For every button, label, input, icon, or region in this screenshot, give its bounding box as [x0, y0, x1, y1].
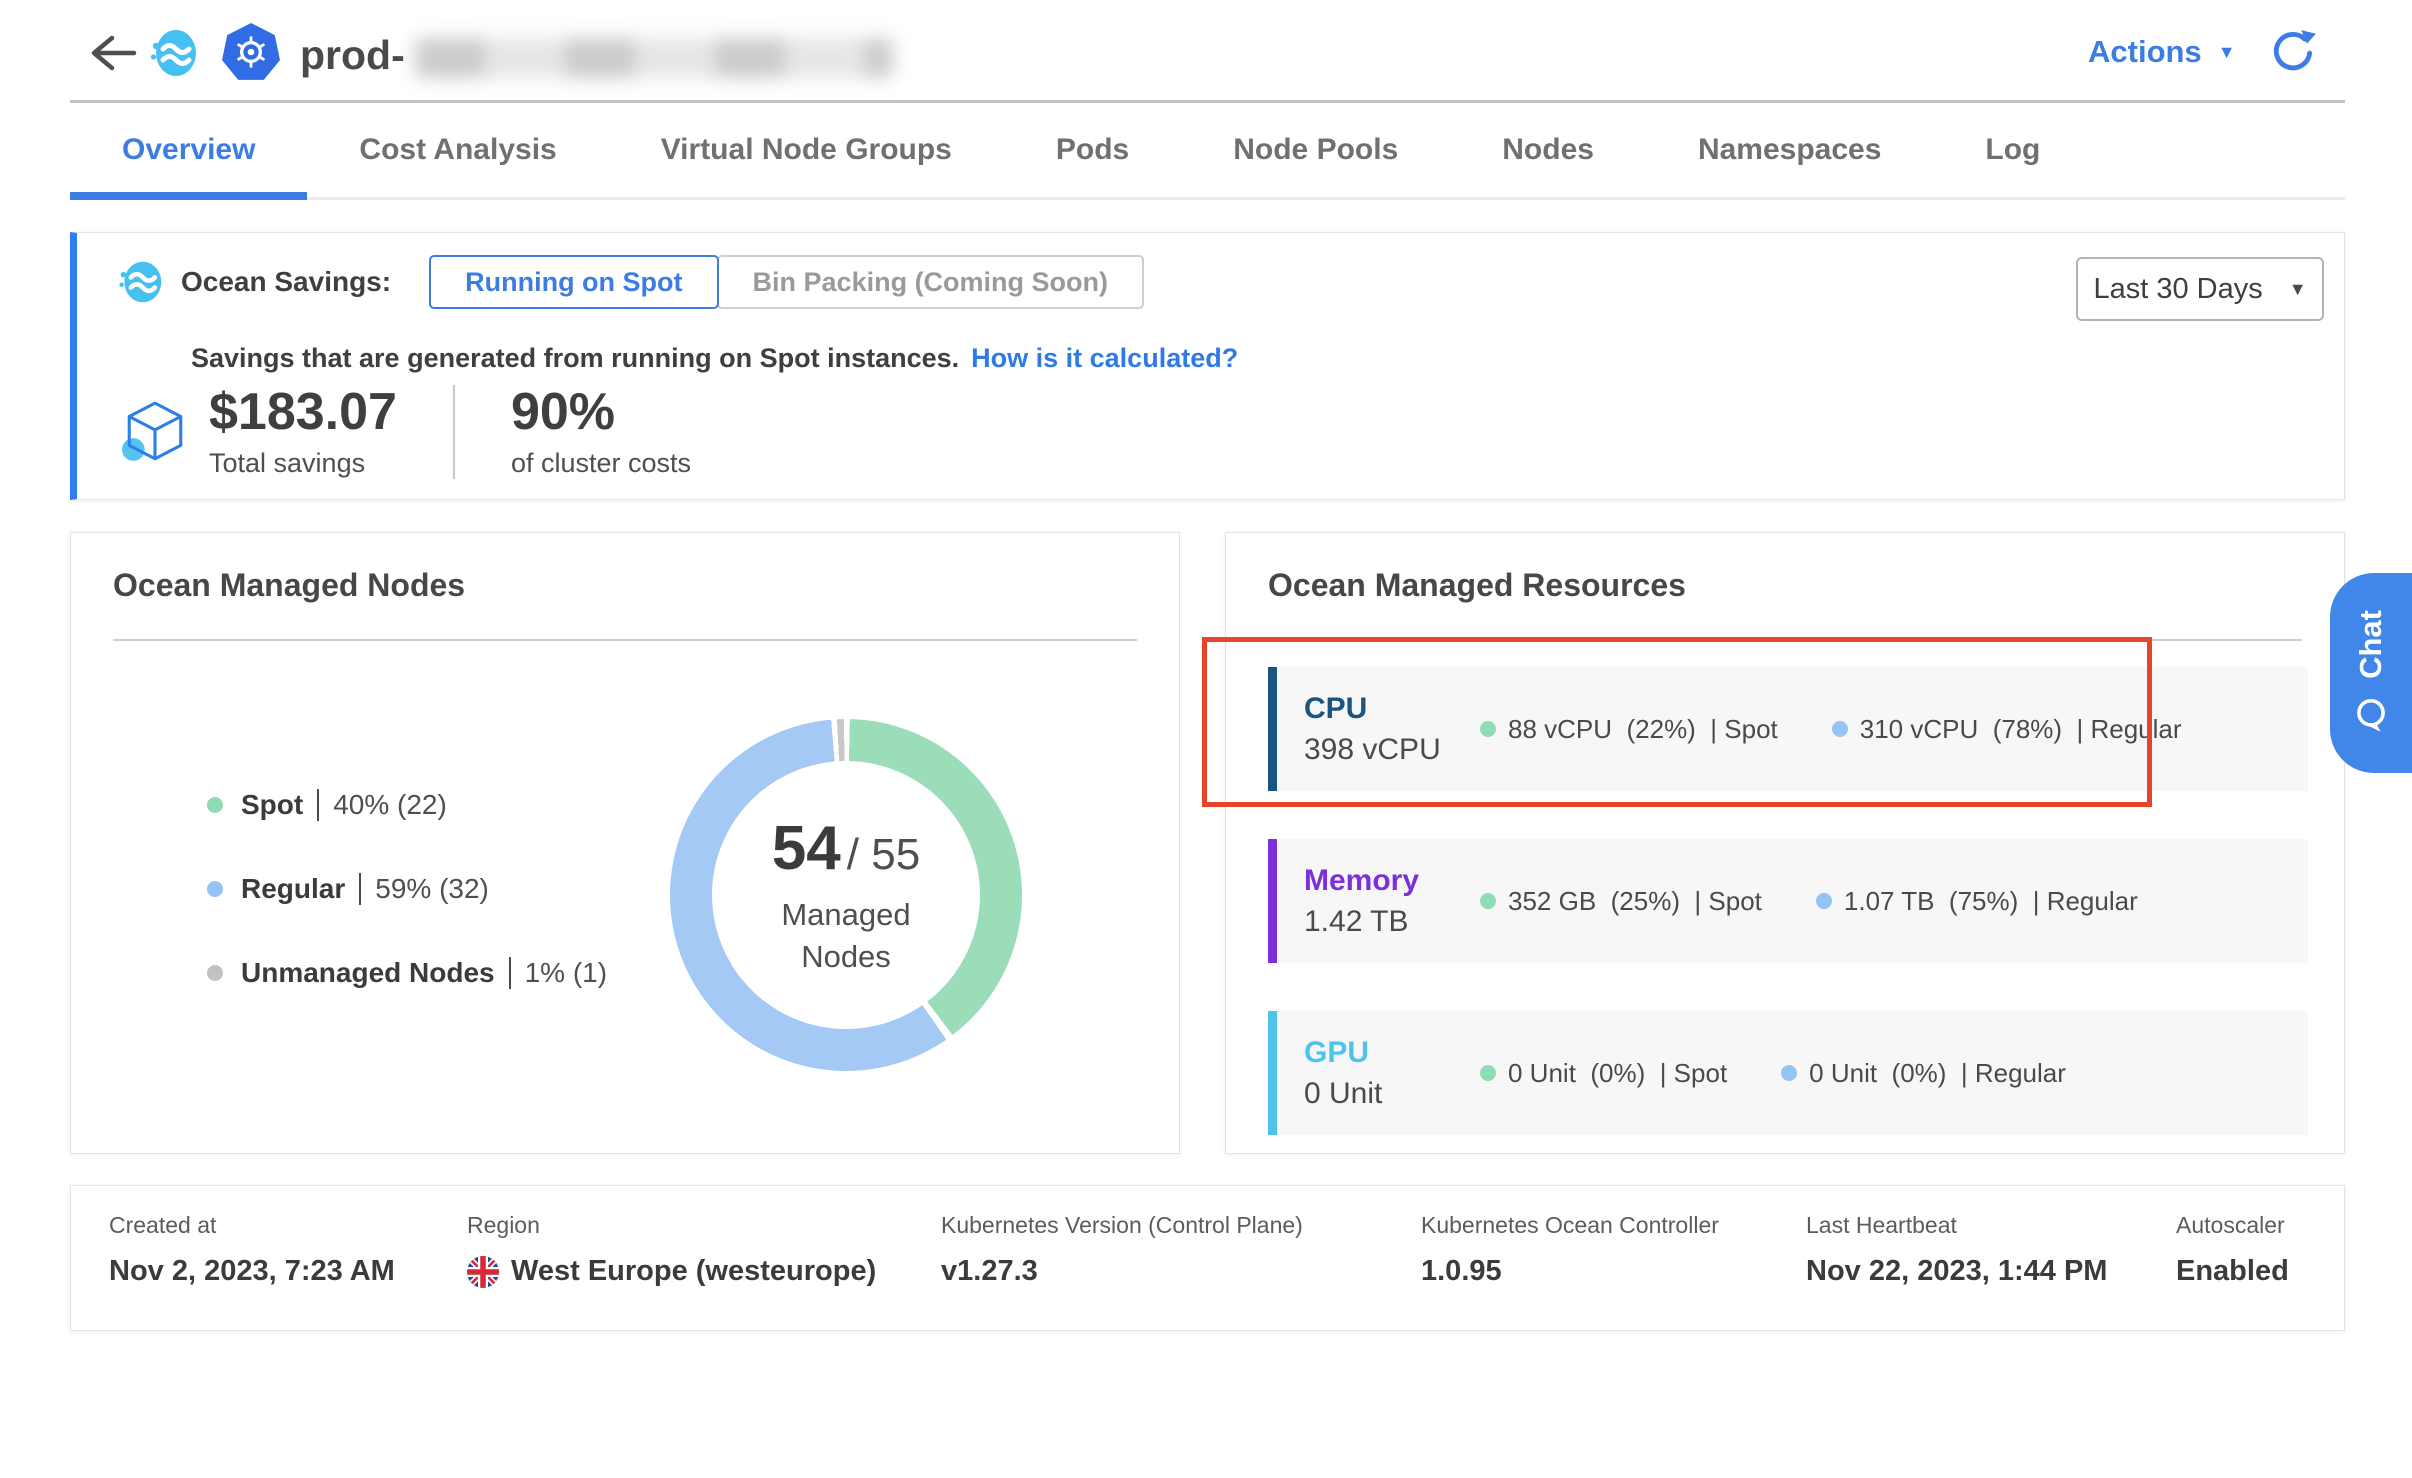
gpu-regular-stat: 0 Unit (0%) | Regular — [1781, 1058, 2066, 1089]
managed-nodes-donut: 54 / 55 Managed Nodes — [670, 719, 1022, 1071]
info-created-at: Created at Nov 2, 2023, 7:23 AM — [109, 1212, 395, 1288]
chat-bubble-icon — [2351, 696, 2391, 736]
donut-center-label: Managed Nodes — [751, 894, 941, 978]
gpu-accent-bar — [1268, 1011, 1277, 1135]
info-k8s-version: Kubernetes Version (Control Plane) v1.27… — [941, 1212, 1303, 1288]
toggle-running-on-spot[interactable]: Running on Spot — [429, 255, 718, 309]
total-savings-value: $183.07 — [209, 385, 397, 440]
ocean-savings-icon — [117, 258, 165, 306]
donut-center: 54 / 55 Managed Nodes — [712, 761, 980, 1029]
resource-row-gpu: GPU 0 Unit 0 Unit (0%) | Spot 0 Unit (0%… — [1268, 1011, 2308, 1135]
nodes-legend: Spot 40% (22) Regular 59% (32) Unmanaged… — [207, 789, 607, 989]
total-nodes-count: / 55 — [847, 830, 920, 880]
memory-label: Memory — [1304, 864, 1472, 897]
memory-regular-stat: 1.07 TB (75%) | Regular — [1816, 886, 2138, 917]
chat-button[interactable]: Chat — [2330, 573, 2412, 773]
period-selector[interactable]: Last 30 Days ▼ — [2076, 257, 2324, 321]
memory-accent-bar — [1268, 839, 1277, 963]
panel-divider — [1268, 639, 2302, 641]
header: prod- Actions ▼ — [0, 0, 2412, 103]
chat-label: Chat — [2353, 610, 2389, 679]
resource-row-cpu: CPU 398 vCPU 88 vCPU (22%) | Spot 310 vC… — [1268, 667, 2308, 791]
cluster-title-redacted — [415, 38, 893, 78]
uk-flag-icon — [467, 1256, 499, 1288]
how-calculated-link[interactable]: How is it calculated? — [971, 343, 1238, 373]
ocean-savings-label: Ocean Savings: — [181, 266, 391, 298]
cpu-total-value: 398 vCPU — [1304, 733, 1472, 767]
legend-item-spot: Spot 40% (22) — [207, 789, 607, 821]
regular-dot-icon — [1816, 893, 1832, 909]
tab-log[interactable]: Log — [1933, 103, 2092, 197]
refresh-button[interactable] — [2272, 28, 2318, 74]
regular-dot-icon — [1781, 1065, 1797, 1081]
gpu-spot-stat: 0 Unit (0%) | Spot — [1480, 1058, 1727, 1089]
back-arrow-icon — [86, 30, 140, 76]
refresh-icon — [2272, 28, 2318, 74]
tab-overview[interactable]: Overview — [70, 103, 307, 197]
cpu-accent-bar — [1268, 667, 1277, 791]
actions-label: Actions — [2088, 34, 2202, 70]
savings-description: Savings that are generated from running … — [191, 343, 1238, 374]
info-autoscaler: Autoscaler Enabled — [2176, 1212, 2289, 1288]
cpu-regular-stat: 310 vCPU (78%) | Regular — [1832, 714, 2182, 745]
info-ocean-controller: Kubernetes Ocean Controller 1.0.95 — [1421, 1212, 1719, 1288]
spot-dot-icon — [1480, 721, 1496, 737]
unmanaged-dot-icon — [207, 965, 223, 981]
managed-resources-title: Ocean Managed Resources — [1268, 567, 1686, 604]
regular-dot-icon — [207, 881, 223, 897]
panel-divider — [113, 639, 1137, 641]
gpu-label: GPU — [1304, 1036, 1472, 1069]
tab-cost-analysis[interactable]: Cost Analysis — [307, 103, 608, 197]
gpu-total-value: 0 Unit — [1304, 1077, 1472, 1111]
kubernetes-logo — [222, 23, 280, 81]
savings-stats: $183.07 Total savings 90% of cluster cos… — [121, 385, 691, 479]
legend-item-regular: Regular 59% (32) — [207, 873, 607, 905]
tab-virtual-node-groups[interactable]: Virtual Node Groups — [609, 103, 1004, 197]
info-region: Region West Europe (westeurope) — [467, 1212, 876, 1288]
tab-pods[interactable]: Pods — [1004, 103, 1181, 197]
stats-divider — [453, 385, 455, 479]
memory-total-value: 1.42 TB — [1304, 905, 1472, 939]
savings-cube-icon — [121, 399, 189, 465]
spot-dot-icon — [1480, 1065, 1496, 1081]
ocean-managed-resources-panel: Ocean Managed Resources CPU 398 vCPU 88 … — [1225, 532, 2345, 1154]
chevron-down-icon: ▼ — [2289, 279, 2307, 300]
ocean-managed-nodes-panel: Ocean Managed Nodes Spot 40% (22) Regula… — [70, 532, 1180, 1154]
spot-dot-icon — [1480, 893, 1496, 909]
spot-dot-icon — [207, 797, 223, 813]
managed-nodes-title: Ocean Managed Nodes — [113, 567, 465, 604]
tab-node-pools[interactable]: Node Pools — [1181, 103, 1450, 197]
total-savings-label: Total savings — [209, 448, 397, 479]
ocean-logo — [148, 27, 200, 79]
percent-of-costs-label: of cluster costs — [511, 448, 691, 479]
cpu-spot-stat: 88 vCPU (22%) | Spot — [1480, 714, 1778, 745]
autoscaler-status: Enabled — [2176, 1255, 2289, 1288]
memory-spot-stat: 352 GB (25%) | Spot — [1480, 886, 1762, 917]
actions-menu-button[interactable]: Actions ▼ — [2088, 34, 2236, 70]
tab-nodes[interactable]: Nodes — [1450, 103, 1646, 197]
legend-item-unmanaged: Unmanaged Nodes 1% (1) — [207, 957, 607, 989]
page: prod- Actions ▼ Overview Cost Analysis V… — [0, 0, 2412, 1478]
regular-dot-icon — [1832, 721, 1848, 737]
resource-row-memory: Memory 1.42 TB 352 GB (25%) | Spot 1.07 … — [1268, 839, 2308, 963]
period-selector-value: Last 30 Days — [2093, 273, 2262, 306]
cluster-title: prod- — [300, 32, 405, 79]
cluster-info-bar: Created at Nov 2, 2023, 7:23 AM Region — [70, 1185, 2345, 1331]
ocean-savings-panel: Ocean Savings: Running on Spot Bin Packi… — [70, 232, 2345, 500]
chevron-down-icon: ▼ — [2218, 42, 2236, 63]
back-button[interactable] — [86, 30, 140, 76]
tab-namespaces[interactable]: Namespaces — [1646, 103, 1933, 197]
tab-bar: Overview Cost Analysis Virtual Node Grou… — [70, 103, 2345, 200]
toggle-bin-packing[interactable]: Bin Packing (Coming Soon) — [717, 255, 1145, 309]
cpu-label: CPU — [1304, 692, 1472, 725]
info-last-heartbeat: Last Heartbeat Nov 22, 2023, 1:44 PM — [1806, 1212, 2107, 1288]
percent-of-costs-value: 90% — [511, 385, 691, 440]
managed-nodes-count: 54 — [772, 813, 841, 884]
